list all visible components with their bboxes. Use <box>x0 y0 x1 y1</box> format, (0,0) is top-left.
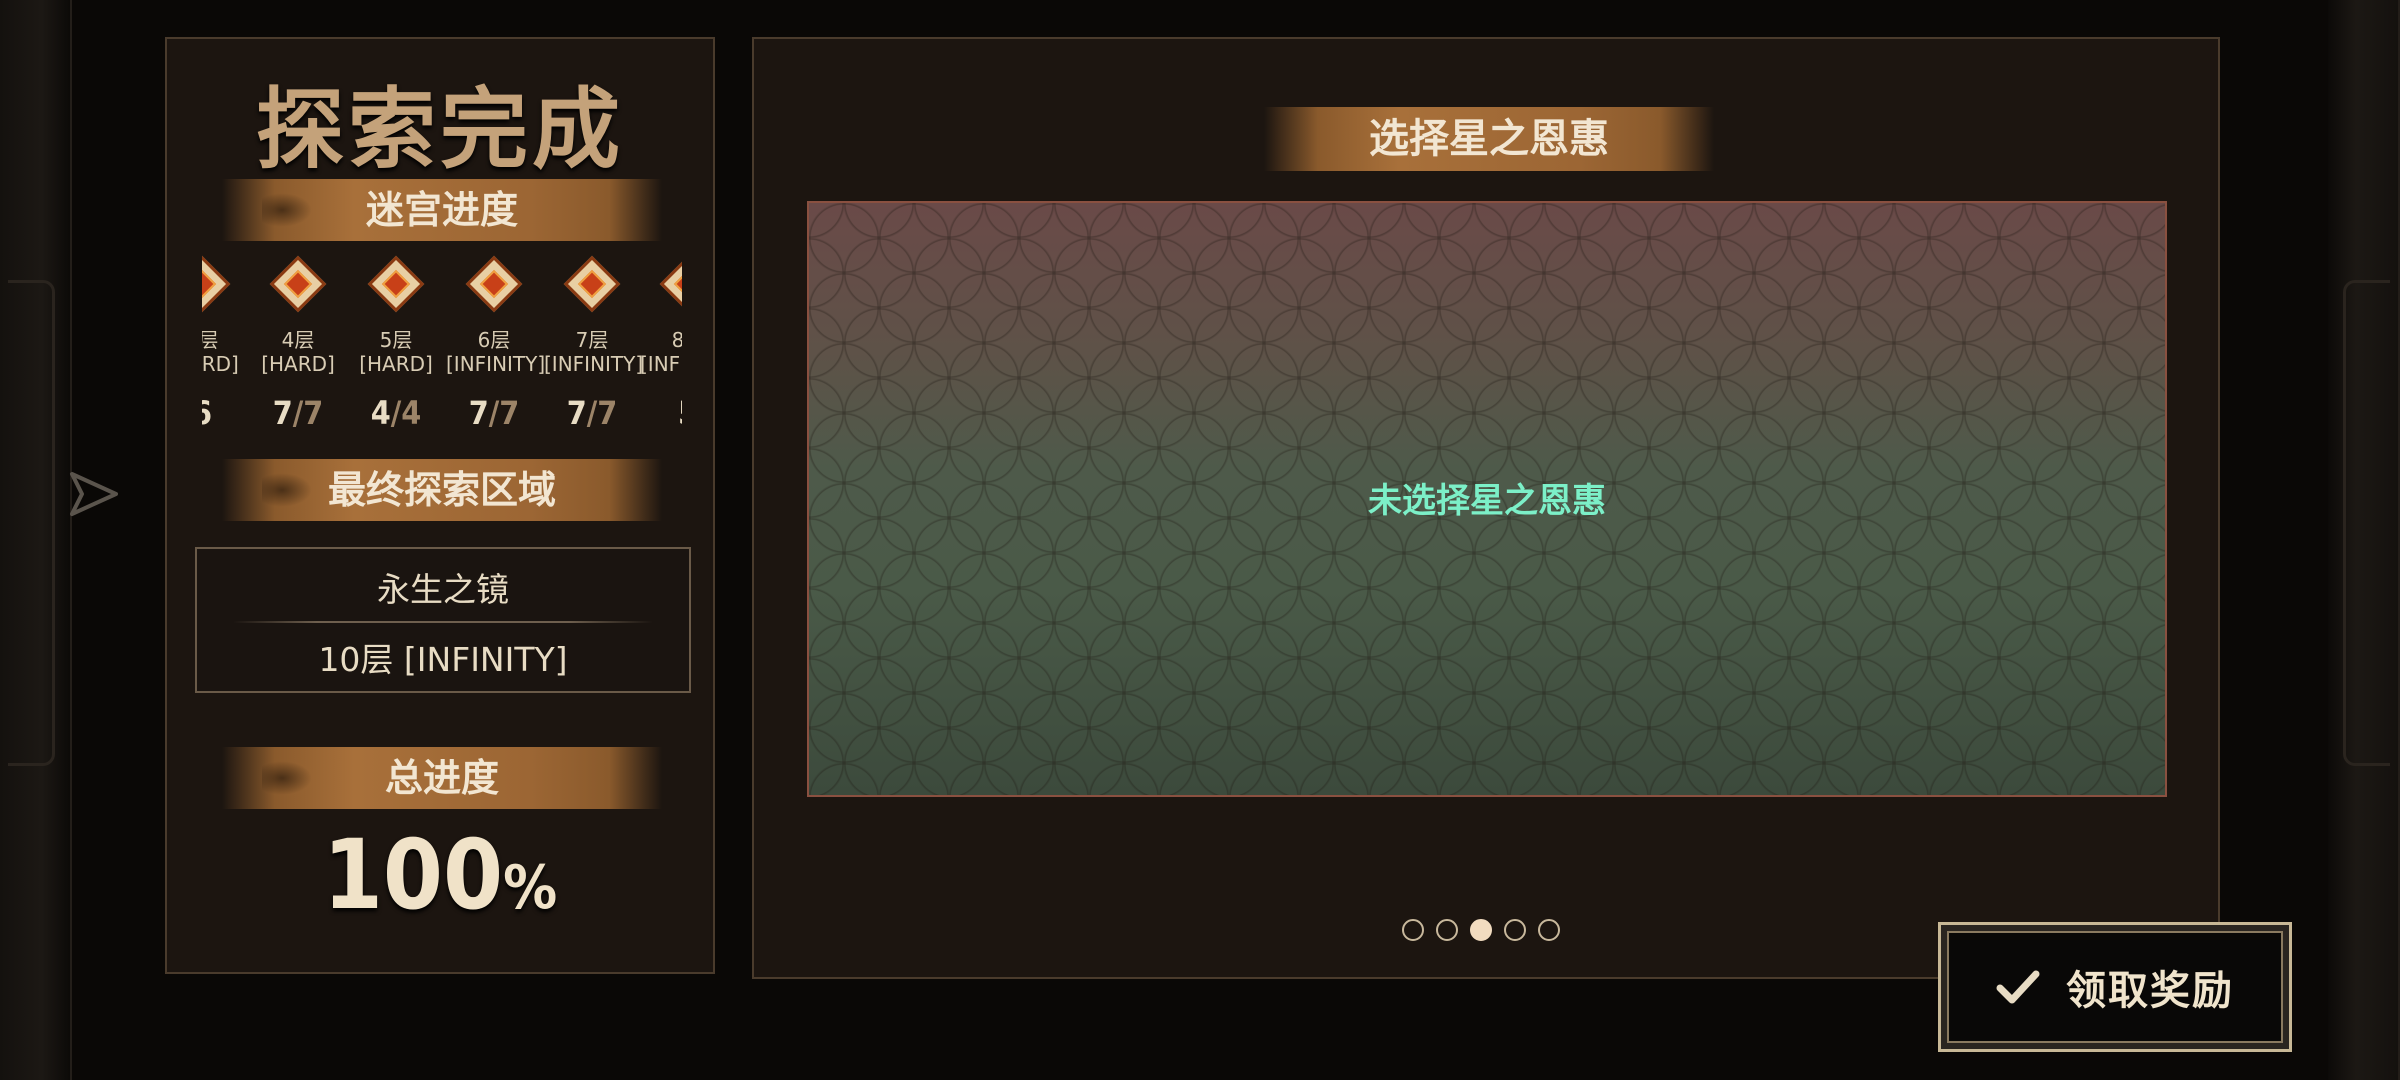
total-progress-header: 总进度 <box>222 747 662 809</box>
floor-name: 3层 <box>202 328 219 352</box>
floor-mode: [HARD] <box>359 352 433 376</box>
right-frame <box>2328 0 2400 1080</box>
exploration-summary-panel: 探索完成 迷宫进度 3层 [HARD] 6 4层 [HARD] 7/7 5层 [… <box>165 37 715 974</box>
floor-count: 7/7 <box>566 394 618 432</box>
floor-count: 7/7 <box>272 394 324 432</box>
floor-name: 7层 <box>575 328 609 352</box>
page-dot[interactable] <box>1538 919 1560 941</box>
floor-diamond-icon <box>269 255 327 313</box>
floor-item: 5层 [HARD] 4/4 <box>348 254 444 432</box>
floor-progress-list[interactable]: 3层 [HARD] 6 4层 [HARD] 7/7 5层 [HARD] 4/4 … <box>202 254 682 474</box>
floor-count: 6 <box>202 394 213 432</box>
check-icon <box>1996 970 2040 1004</box>
floor-name: 4层 <box>281 328 315 352</box>
floor-name: 8层 <box>671 328 682 352</box>
boon-card[interactable]: 未选择星之恩惠 <box>807 201 2167 797</box>
floor-item: 6层 [INFINITY] 7/7 <box>446 254 546 432</box>
boon-title: 选择星之恩惠 <box>1264 107 1714 171</box>
page-dot[interactable] <box>1402 919 1424 941</box>
area-floor: 10层 [INFINITY] <box>318 640 568 679</box>
floor-count: 4/4 <box>370 394 422 432</box>
page-indicator <box>1402 919 1560 949</box>
floor-mode: [INFINITY] <box>640 352 682 376</box>
page-title: 探索完成 <box>255 78 624 181</box>
floor-diamond-icon <box>367 255 425 313</box>
page-dot[interactable] <box>1436 919 1458 941</box>
floor-diamond-icon <box>563 255 621 313</box>
area-name: 永生之镜 <box>377 570 509 609</box>
final-area-box: 永生之镜 10层 [INFINITY] <box>195 547 691 693</box>
final-area-header: 最终探索区域 <box>222 459 662 521</box>
divider <box>233 621 653 623</box>
floor-mode: [HARD] <box>261 352 335 376</box>
maze-progress-header: 迷宫进度 <box>222 179 662 241</box>
boon-empty-text: 未选择星之恩惠 <box>1368 481 1606 521</box>
floor-item: 4层 [HARD] 7/7 <box>250 254 346 432</box>
total-progress-value: 100% <box>322 819 558 931</box>
boon-panel: 选择星之恩惠 未选择星之恩惠 <box>752 37 2220 979</box>
floor-item: 7层 [INFINITY] 7/7 <box>544 254 644 432</box>
floor-count: 7/7 <box>468 394 520 432</box>
floor-diamond-icon <box>659 255 682 313</box>
claim-reward-button[interactable]: 领取奖励 <box>1938 922 2292 1052</box>
floor-mode: [HARD] <box>202 352 239 376</box>
floor-mode: [INFINITY] <box>544 352 644 376</box>
floor-item: 8层 [INFINITY] 5 <box>640 254 682 432</box>
claim-reward-label: 领取奖励 <box>2066 968 2234 1014</box>
page-dot[interactable] <box>1504 919 1526 941</box>
floor-name: 6层 <box>477 328 511 352</box>
page-dot-active[interactable] <box>1470 919 1492 941</box>
floor-count: 5 <box>640 394 682 432</box>
floor-item: 3层 [HARD] 6 <box>202 254 250 432</box>
floor-mode: [INFINITY] <box>446 352 546 376</box>
floor-diamond-icon <box>465 255 523 313</box>
floor-name: 5层 <box>379 328 413 352</box>
left-frame <box>0 0 72 1080</box>
nav-arrow-icon[interactable] <box>66 466 122 522</box>
floor-diamond-icon <box>202 255 231 313</box>
